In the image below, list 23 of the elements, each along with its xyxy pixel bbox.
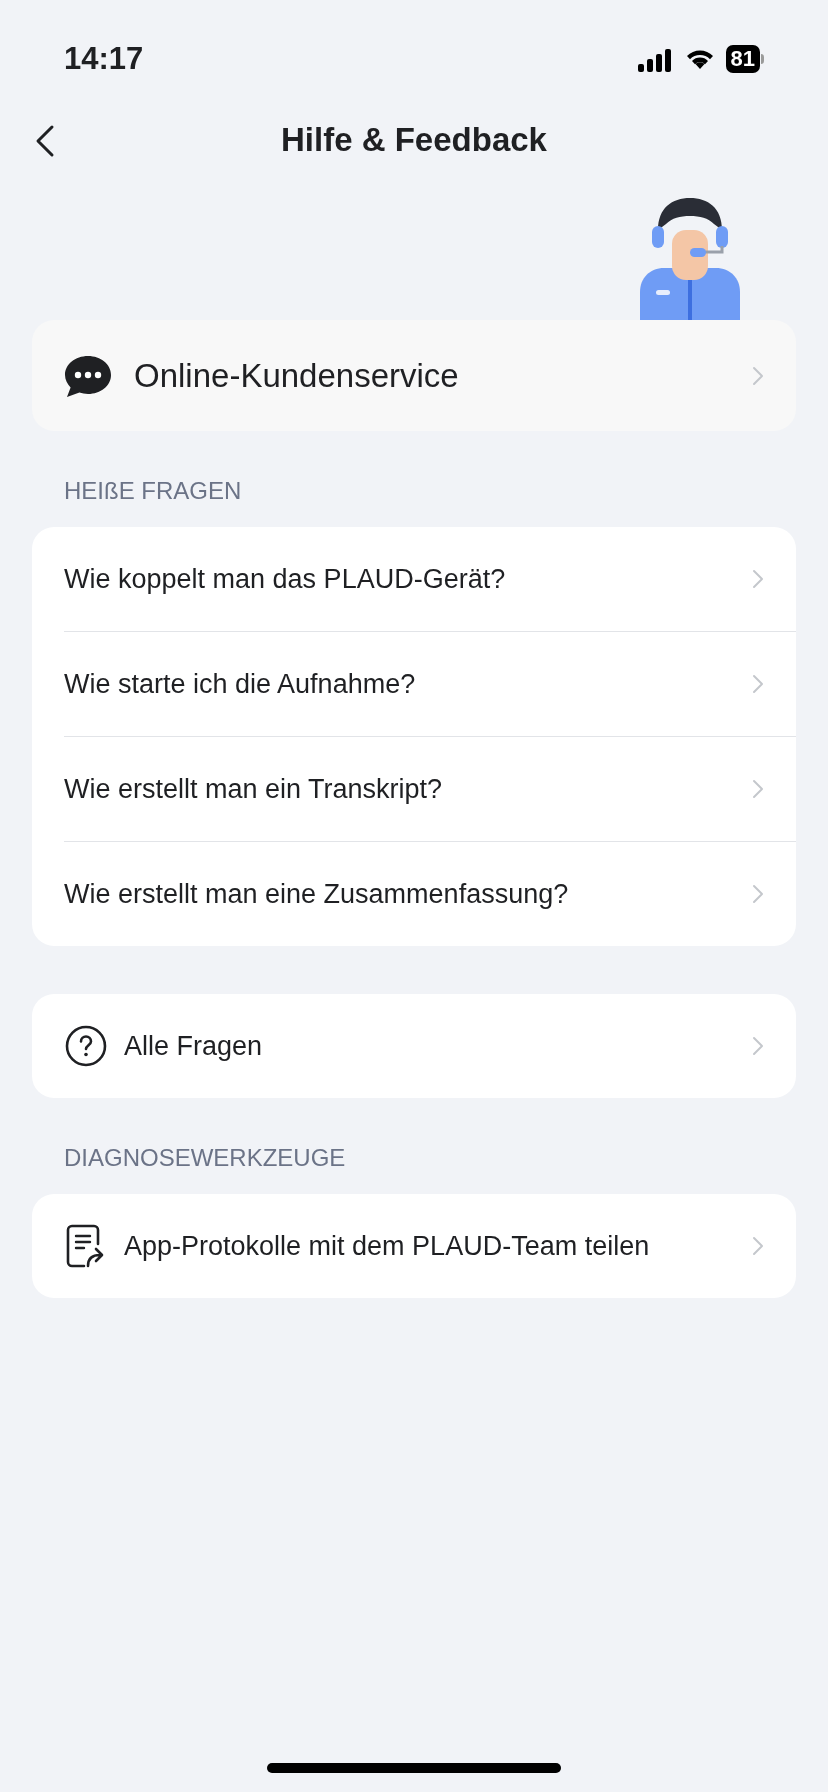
- section-heading: DIAGNOSEWERKZEUGE: [63, 1143, 347, 1173]
- question-icon: [64, 1024, 108, 1068]
- signal-icon: [637, 46, 674, 72]
- chevron-icon: [752, 884, 764, 904]
- chevron-icon: [752, 1236, 764, 1256]
- list-item[interactable]: Wie koppelt man das PLAUD-Gerät?: [32, 527, 796, 631]
- list-item[interactable]: Wie erstellt man ein Transkript?: [32, 737, 796, 841]
- list-item[interactable]: Wie erstellt man eine Zusammenfassung?: [32, 842, 796, 946]
- section-heading: HEIßE FRAGEN: [63, 476, 243, 506]
- list-item[interactable]: App-Protokolle mit dem PLAUD-Team teilen: [32, 1194, 796, 1298]
- chevron-icon: [752, 674, 764, 694]
- chevron-icon: [752, 365, 764, 386]
- online-service-row[interactable]: Online-Kundenservice: [32, 320, 796, 431]
- list-item[interactable]: Alle Fragen: [32, 994, 796, 1098]
- chevron-icon: [752, 779, 764, 799]
- battery-tip: [761, 54, 764, 64]
- chat-bubble-icon: [64, 353, 112, 398]
- list-item[interactable]: Wie starte ich die Aufnahme?: [32, 632, 796, 736]
- status-time: 14:17: [64, 39, 144, 78]
- chevron-icon: [752, 569, 764, 589]
- chevron-icon: [752, 1036, 764, 1056]
- battery-level: 81: [725, 45, 760, 73]
- page-title: Hilfe & Feedback: [281, 120, 547, 161]
